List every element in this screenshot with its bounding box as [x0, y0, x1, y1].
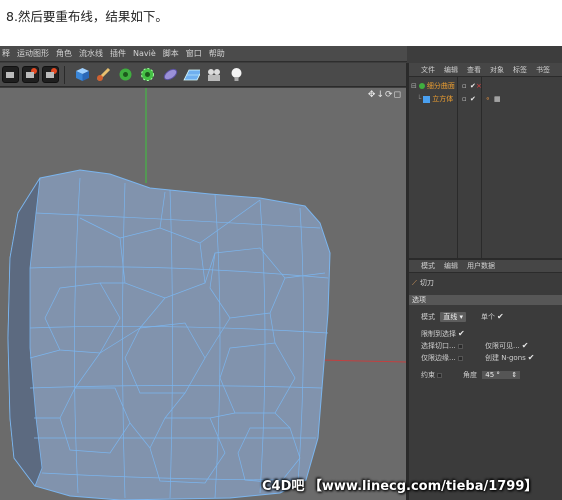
render-view-icon[interactable]: [2, 66, 19, 83]
attribute-manager: 模式 编辑 用户数据 ⟋ 切刀 选项 模式 直线 ▾ 单个 ✔ 限制到选择 ✔ 选择…: [409, 258, 562, 500]
attribute-tabs: 模式 编辑 用户数据: [409, 260, 562, 273]
menu-item[interactable]: 插件: [110, 48, 126, 59]
pen-icon[interactable]: [95, 66, 112, 83]
tool-title: ⟋ 切刀: [412, 278, 434, 288]
tab-edit[interactable]: 编辑: [444, 261, 458, 271]
menu-item[interactable]: 窗口: [186, 48, 202, 59]
tab-view[interactable]: 查看: [467, 65, 481, 75]
menu-item[interactable]: 帮助: [209, 48, 225, 59]
menu-bar: 释 运动图形 角色 流水线 插件 Naviè 脚本 窗口 帮助: [0, 46, 407, 62]
object-manager-tabs: 文件 编辑 查看 对象 标签 书签: [409, 63, 562, 77]
x-axis-line: [319, 359, 406, 363]
knife-icon: ⟋: [412, 278, 417, 287]
edges-only-row[interactable]: 仅限边缘...: [421, 353, 463, 363]
menu-item[interactable]: 流水线: [79, 48, 103, 59]
section-options: 选项: [409, 295, 562, 305]
step-caption: 8.然后要重布线，结果如下。: [6, 9, 168, 24]
menu-item[interactable]: 脚本: [163, 48, 179, 59]
phong-tag-icon: ⚬: [485, 95, 491, 103]
single-row[interactable]: 单个 ✔: [481, 312, 504, 322]
watermark: C4D吧 【www.linecg.com/tieba/1799】: [262, 479, 538, 494]
light-bulb-icon[interactable]: [228, 66, 245, 83]
object-name: 细分曲面: [426, 82, 455, 90]
tab-file[interactable]: 文件: [421, 65, 435, 75]
visibility-icon: ▫: [462, 82, 467, 90]
mode-dropdown[interactable]: 直线 ▾: [440, 312, 466, 322]
object-name: 立方体: [432, 95, 454, 103]
capsule-icon[interactable]: [162, 66, 179, 83]
object-row-cube[interactable]: └ 立方体 ▫ ✔ ⚬ ▦: [409, 93, 562, 105]
gear-green-icon[interactable]: [117, 66, 134, 83]
c4d-window: 释 运动图形 角色 流水线 插件 Naviè 脚本 窗口 帮助 ✥↓⟳◻ 文件 …: [0, 46, 562, 500]
plane-grid-icon[interactable]: [183, 66, 200, 83]
main-toolbar: [0, 63, 407, 87]
tab-bookmarks[interactable]: 书签: [536, 65, 550, 75]
tab-mode[interactable]: 模式: [421, 261, 435, 271]
mode-row: 模式 直线 ▾: [421, 312, 466, 322]
angle-row: 角度 45 ° ⇕: [463, 370, 521, 380]
visible-only-row[interactable]: 仅限可见... ✔: [485, 341, 528, 351]
constrain-row[interactable]: 约束: [421, 370, 442, 380]
angle-input[interactable]: 45 ° ⇕: [482, 371, 521, 379]
enabled-check-icon: ✔: [470, 82, 476, 90]
restrict-row[interactable]: 限制到选择 ✔: [421, 329, 465, 339]
viewport-3d[interactable]: ✥↓⟳◻: [0, 88, 406, 500]
camera-icon[interactable]: [206, 66, 223, 83]
render-settings-icon[interactable]: [42, 66, 59, 83]
menu-item[interactable]: 运动图形: [17, 48, 49, 59]
tab-user-data[interactable]: 用户数据: [467, 261, 495, 271]
tab-edit[interactable]: 编辑: [444, 65, 458, 75]
create-ngons-row[interactable]: 创建 N-gons ✔: [485, 353, 535, 363]
delete-icon: ×: [476, 82, 482, 90]
checker-tag-icon: ▦: [494, 95, 501, 103]
tab-tags[interactable]: 标签: [513, 65, 527, 75]
menu-item[interactable]: 角色: [56, 48, 72, 59]
object-manager: 文件 编辑 查看 对象 标签 书签 ⊟ 细分曲面 ▫ ✔ × └ 立方体 ▫ ✔…: [409, 63, 562, 263]
object-row-subdivision[interactable]: ⊟ 细分曲面 ▫ ✔ ×: [409, 80, 562, 92]
tab-objects[interactable]: 对象: [490, 65, 504, 75]
gear-green-icon[interactable]: [139, 66, 156, 83]
cube-icon: [423, 95, 431, 103]
select-cuts-row[interactable]: 选择切口...: [421, 341, 463, 351]
menu-item[interactable]: Naviè: [133, 49, 156, 58]
menu-item[interactable]: 释: [2, 48, 10, 59]
render-picture-viewer-icon[interactable]: [22, 66, 39, 83]
cube-icon[interactable]: [74, 66, 91, 83]
mesh-render: [7, 88, 406, 500]
